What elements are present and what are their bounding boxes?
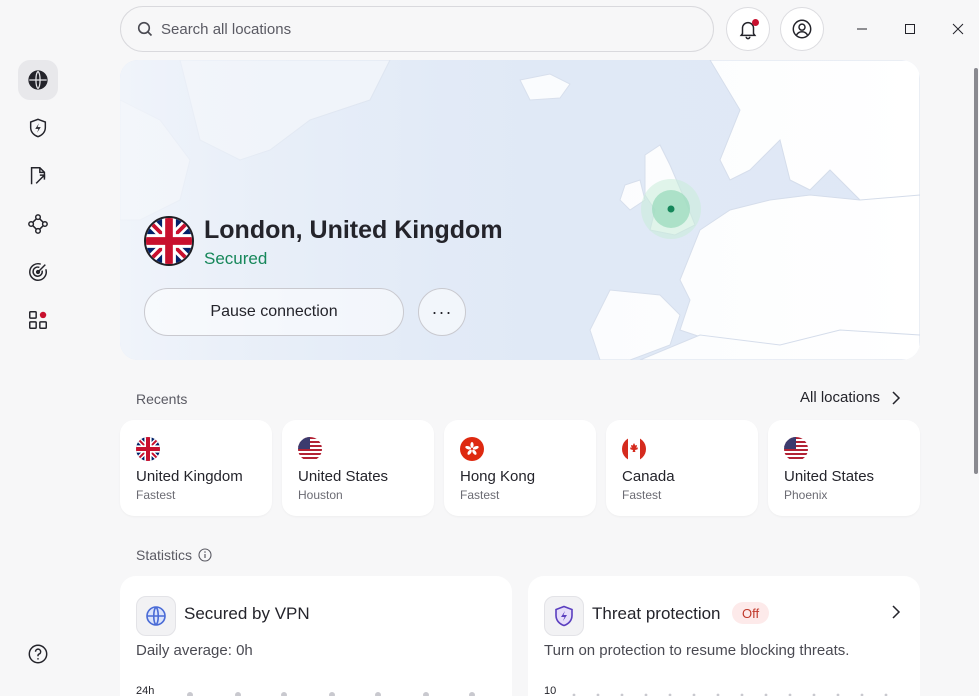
globe-icon bbox=[146, 606, 166, 626]
account-button[interactable] bbox=[780, 7, 824, 51]
statistics-label: Statistics bbox=[136, 547, 193, 563]
sidebar bbox=[0, 0, 76, 696]
info-icon[interactable] bbox=[198, 548, 212, 562]
sidebar-item-file-sharing[interactable] bbox=[18, 156, 58, 196]
file-share-icon bbox=[30, 167, 46, 185]
recent-country: United States bbox=[298, 468, 389, 485]
daily-average-label: Daily average: bbox=[136, 642, 232, 659]
hk-flag-icon bbox=[460, 437, 484, 461]
recent-location-card[interactable]: United States Phoenix bbox=[768, 420, 920, 516]
recent-detail: Fastest bbox=[136, 488, 176, 502]
globe-icon bbox=[28, 70, 48, 90]
chevron-right-icon bbox=[892, 390, 901, 405]
shield-bolt-icon bbox=[555, 605, 573, 627]
vpn-daily-average: Daily average: 0h bbox=[136, 642, 253, 659]
recent-country: Hong Kong bbox=[460, 468, 536, 485]
recent-country: United States bbox=[784, 468, 875, 485]
recent-detail: Houston bbox=[298, 488, 343, 502]
notifications-button[interactable] bbox=[726, 7, 770, 51]
meshnet-icon bbox=[28, 214, 48, 234]
connected-location-title: London, United Kingdom bbox=[204, 216, 503, 244]
maximize-button[interactable] bbox=[895, 14, 925, 44]
uk-flag-icon bbox=[136, 437, 160, 461]
vpn-stats-icon-box bbox=[136, 596, 176, 636]
recents-label: Recents bbox=[136, 391, 188, 407]
close-button[interactable] bbox=[943, 14, 973, 44]
all-locations-label: All locations bbox=[800, 389, 881, 406]
statistics-header: Statistics bbox=[136, 547, 212, 563]
maximize-icon bbox=[905, 24, 915, 34]
threat-protection-card[interactable]: Threat protection Off Turn on protection… bbox=[528, 576, 920, 696]
recent-country: Canada bbox=[622, 468, 675, 485]
threat-protection-title: Threat protection bbox=[592, 604, 721, 623]
recent-country: United Kingdom bbox=[136, 468, 243, 485]
recent-detail: Phoenix bbox=[784, 488, 828, 502]
help-button[interactable] bbox=[18, 634, 58, 674]
threat-stats-icon-box bbox=[544, 596, 584, 636]
recent-location-card[interactable]: Hong Kong Fastest bbox=[444, 420, 596, 516]
search-icon bbox=[137, 21, 153, 37]
sidebar-item-meshnet[interactable] bbox=[18, 204, 58, 244]
chevron-right-icon[interactable] bbox=[890, 604, 902, 620]
vpn-stats-card[interactable]: Secured by VPN Daily average: 0h 24h bbox=[120, 576, 512, 696]
scrollbar[interactable] bbox=[974, 68, 978, 474]
sidebar-item-apps[interactable] bbox=[18, 300, 58, 340]
us-flag-icon bbox=[784, 437, 808, 461]
ca-flag-icon bbox=[622, 437, 646, 461]
minimize-icon bbox=[857, 28, 867, 30]
vpn-chart-axis-label: 24h bbox=[136, 685, 155, 696]
search-input[interactable] bbox=[161, 20, 661, 38]
radar-icon bbox=[29, 263, 47, 281]
sidebar-item-threat-protection[interactable] bbox=[18, 108, 58, 148]
close-icon bbox=[952, 23, 964, 35]
threat-status-badge: Off bbox=[732, 602, 770, 624]
current-location-flag bbox=[144, 216, 194, 266]
notification-badge bbox=[752, 19, 759, 26]
apps-icon bbox=[29, 311, 47, 329]
account-icon bbox=[792, 19, 812, 39]
sidebar-item-countries[interactable] bbox=[18, 60, 58, 100]
recent-location-card[interactable]: United Kingdom Fastest bbox=[120, 420, 272, 516]
recent-detail: Fastest bbox=[460, 488, 500, 502]
sidebar-item-dark-web-monitor[interactable] bbox=[18, 252, 58, 292]
connection-status: Secured bbox=[204, 249, 268, 268]
us-flag-icon bbox=[298, 437, 322, 461]
recent-location-card[interactable]: Canada Fastest bbox=[606, 420, 758, 516]
all-locations-link[interactable]: All locations bbox=[800, 389, 902, 406]
more-options-button[interactable]: ··· bbox=[418, 288, 466, 336]
minimize-button[interactable] bbox=[847, 14, 877, 44]
shield-bolt-icon bbox=[29, 118, 47, 138]
recent-detail: Fastest bbox=[622, 488, 662, 502]
threat-chart-axis-label: 10 bbox=[544, 685, 557, 696]
uk-flag-icon bbox=[146, 218, 192, 264]
pause-connection-button[interactable]: Pause connection bbox=[144, 288, 404, 336]
vpn-chart-gridline bbox=[187, 692, 475, 696]
recent-location-card[interactable]: United States Houston bbox=[282, 420, 434, 516]
help-icon bbox=[28, 644, 48, 664]
threat-chart-gridline bbox=[572, 693, 888, 696]
vpn-stats-title: Secured by VPN bbox=[184, 604, 310, 623]
search-bar[interactable] bbox=[120, 6, 714, 52]
daily-average-value: 0h bbox=[236, 642, 253, 659]
threat-protection-description: Turn on protection to resume blocking th… bbox=[544, 642, 850, 659]
